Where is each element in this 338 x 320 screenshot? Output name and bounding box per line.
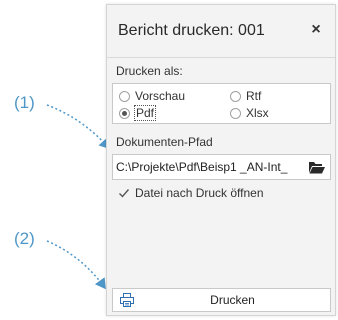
radio-vorschau[interactable]: Vorschau bbox=[119, 89, 185, 103]
print-as-label: Drucken als: bbox=[116, 64, 183, 78]
close-button[interactable]: × bbox=[305, 19, 327, 41]
radio-button-icon bbox=[119, 90, 130, 102]
callout-arrow-2 bbox=[46, 240, 106, 290]
document-path-label: Dokumenten-Pfad bbox=[116, 135, 213, 149]
print-as-options: Vorschau Rtf Pdf Xlsx bbox=[112, 83, 331, 124]
page: (1) (2) Bericht drucken: 001 × Drucken a… bbox=[0, 0, 338, 320]
panel-titlebar: Bericht drucken: 001 × bbox=[107, 5, 335, 58]
print-report-panel: Bericht drucken: 001 × Drucken als: Vors… bbox=[106, 4, 336, 316]
callout-arrow-1 bbox=[46, 104, 111, 150]
checkmark-icon bbox=[118, 187, 130, 199]
radio-button-icon bbox=[230, 90, 241, 102]
print-button-label: Drucken bbox=[210, 293, 255, 307]
radio-label: Pdf bbox=[133, 105, 157, 121]
radio-xlsx[interactable]: Xlsx bbox=[230, 106, 269, 120]
document-path-field[interactable]: C:\Projekte\Pdf\Beisp1 _AN-Int_ bbox=[112, 154, 331, 180]
radio-label: Rtf bbox=[246, 89, 262, 103]
callout-label-1: (1) bbox=[14, 93, 35, 112]
radio-label: Xlsx bbox=[246, 106, 269, 120]
open-after-print-checkbox[interactable]: Datei nach Druck öffnen bbox=[118, 184, 264, 202]
document-path-value[interactable]: C:\Projekte\Pdf\Beisp1 _AN-Int_ bbox=[116, 160, 300, 174]
radio-rtf[interactable]: Rtf bbox=[230, 89, 261, 103]
folder-open-icon[interactable] bbox=[306, 158, 328, 176]
print-button[interactable]: Drucken bbox=[112, 288, 331, 312]
radio-label: Vorschau bbox=[135, 89, 186, 103]
radio-button-icon bbox=[230, 107, 241, 119]
radio-button-selected-icon bbox=[119, 107, 130, 119]
callout-label-2: (2) bbox=[14, 229, 35, 248]
radio-pdf[interactable]: Pdf bbox=[119, 105, 157, 121]
open-after-print-label: Datei nach Druck öffnen bbox=[135, 186, 264, 200]
panel-title: Bericht drucken: 001 bbox=[118, 22, 265, 39]
